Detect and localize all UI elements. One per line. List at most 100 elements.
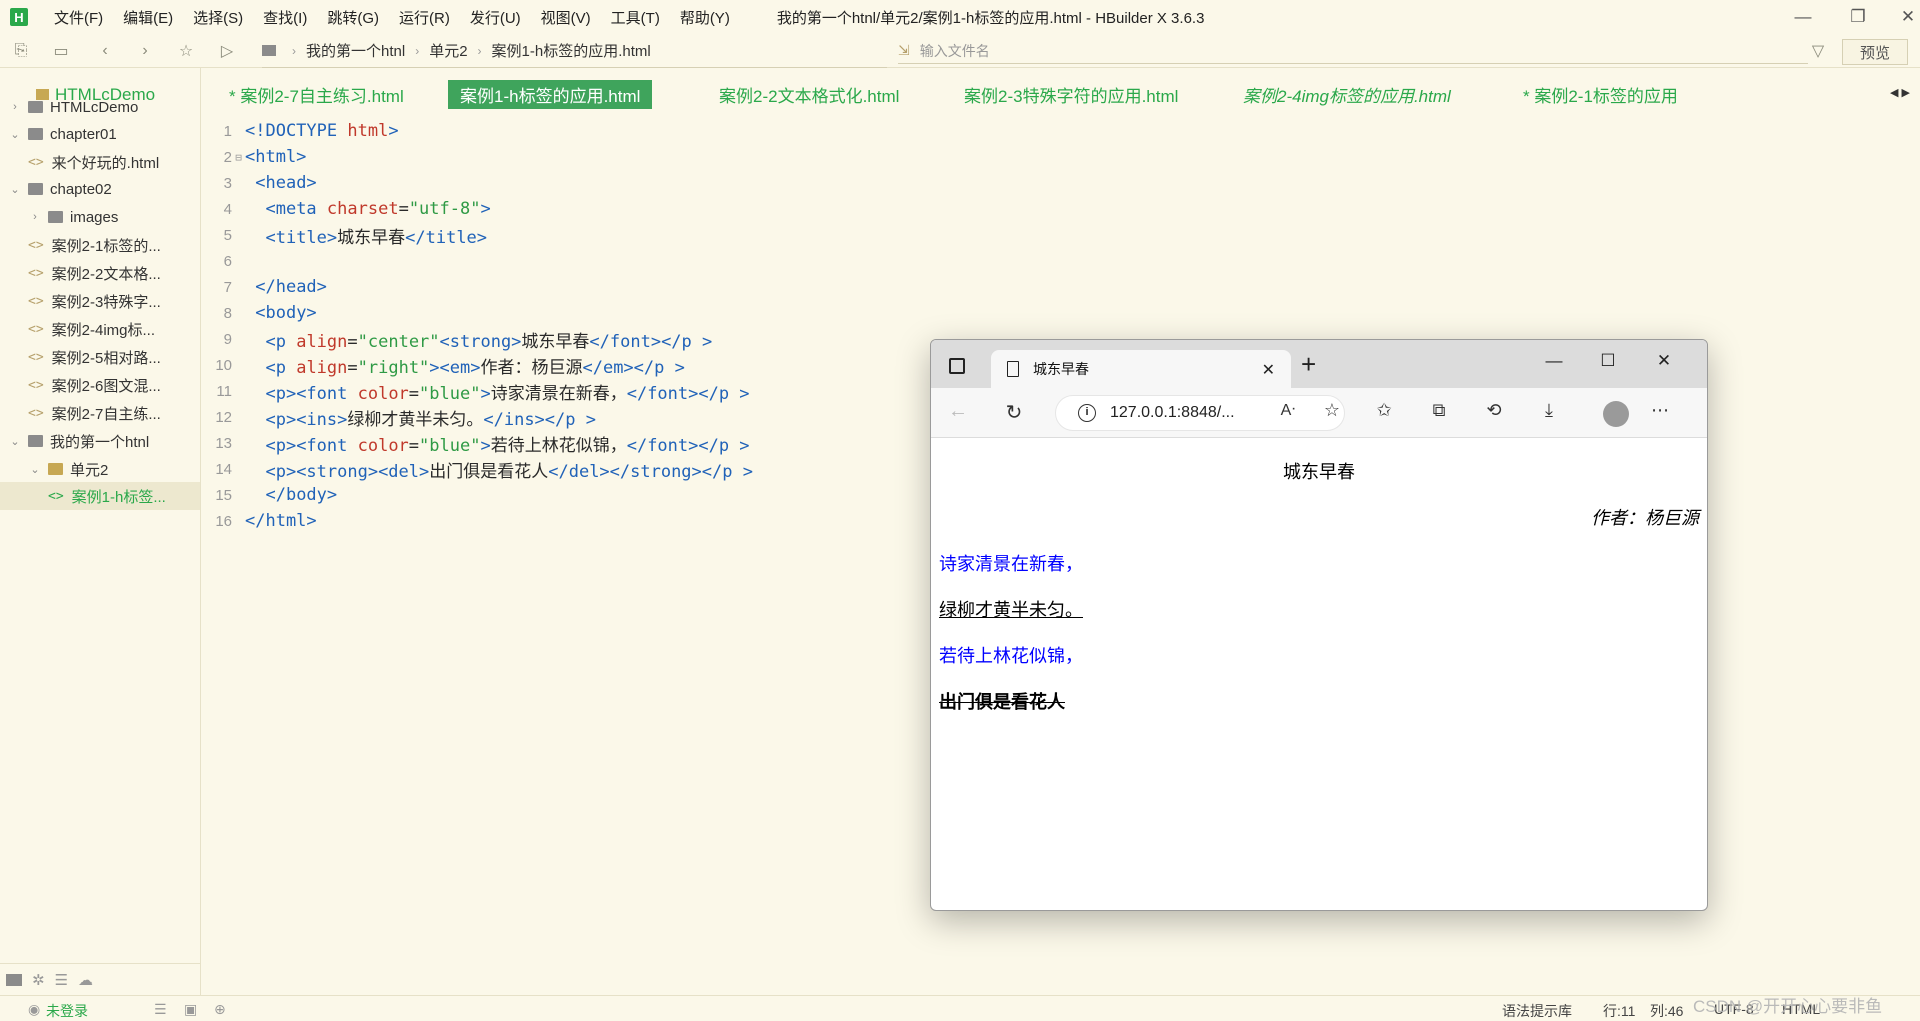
browser-close-icon[interactable]: ✕ [1639,346,1689,376]
favorite-star-icon[interactable]: ☆ [173,38,199,64]
preview-button[interactable]: 预览 [1842,39,1908,65]
code-line: 6 [202,248,1102,274]
minimize-icon[interactable]: — [1773,0,1833,34]
filter-icon[interactable]: ▽ [1805,38,1831,64]
code-text: <title>城东早春</title> [245,223,487,248]
sidebar-item[interactable]: <> 案例2-7自主练... [0,399,200,427]
sidebar-item[interactable]: › images [0,203,200,231]
tab-actions-icon[interactable] [949,358,965,374]
tab[interactable]: 案例2-4img标签的应用.html [1243,80,1451,109]
profile-avatar[interactable] [1603,401,1629,427]
sidebar-item[interactable]: <> 案例2-4img标... [0,315,200,343]
browser-minimize-icon[interactable]: — [1529,346,1579,376]
new-tab-icon[interactable]: + [1301,350,1316,378]
sidebar-item[interactable]: <> 来个好玩的.html [0,148,200,176]
chevron-down-icon[interactable]: ⌄ [8,183,22,196]
code-token: </em></p > [582,357,685,378]
tab[interactable]: HTMLcDemo [36,80,155,109]
tab[interactable]: 案例2-3特殊字符的应用.html [964,80,1178,109]
sidebar-item[interactable]: <> 案例2-2文本格... [0,259,200,287]
breadcrumb-project[interactable]: 我的第一个htnl [306,40,405,61]
breadcrumb-file[interactable]: 案例1-h标签的应用.html [492,40,651,61]
browser-maximize-icon[interactable]: ☐ [1583,346,1633,376]
forward-icon[interactable]: › [132,38,158,64]
close-icon[interactable]: ✕ [1878,0,1920,34]
sidebar-item[interactable]: ⌄ chapter01 [0,120,200,148]
more-options-icon[interactable]: ⋯ [1647,400,1673,421]
history-icon[interactable]: ⟲ [1481,400,1507,421]
sidebar-item[interactable]: ⌄ 我的第一个htnl [0,427,200,455]
line-number: 8 [223,304,232,322]
address-text: 127.0.0.1:8848/... [1110,404,1235,421]
menu-run[interactable]: 运行(R) [399,7,450,28]
project-manager-icon[interactable] [6,973,22,986]
site-info-icon[interactable]: i [1078,404,1096,422]
outline-icon[interactable]: ☰ [154,1001,167,1018]
page-icon [1007,361,1019,377]
address-bar[interactable]: i 127.0.0.1:8848/... [1055,395,1345,431]
menu-help[interactable]: 帮助(Y) [680,7,730,28]
back-icon[interactable]: ‹ [92,38,118,64]
cloud-icon[interactable]: ☁ [78,971,93,989]
sidebar-item[interactable]: <> 案例1-h标签... [0,482,200,510]
chevron-right-icon[interactable]: › [28,211,42,223]
terminal-icon[interactable]: ▣ [184,1001,197,1018]
chevron-down-icon[interactable]: ⌄ [28,463,42,476]
grammar-library[interactable]: 语法提示库 [1502,1001,1572,1021]
code-token: </font></p > [626,435,750,456]
menu-tools[interactable]: 工具(T) [611,7,660,28]
menu-find[interactable]: 查找(I) [263,7,307,28]
browser-tab[interactable]: 城东早春 ✕ [991,350,1291,388]
plugin-icon[interactable]: ✲ [32,971,45,989]
code-token: </body> [265,485,338,505]
menu-select[interactable]: 选择(S) [193,7,243,28]
sidebar-item[interactable]: <> 案例2-6图文混... [0,371,200,399]
chevron-down-icon[interactable]: ⌄ [8,128,22,141]
sidebar-item[interactable]: <> 案例2-1标签的... [0,231,200,259]
tab-active[interactable]: 案例1-h标签的应用.html [448,80,653,109]
sidebar-item[interactable]: <> 案例2-5相对路... [0,343,200,371]
favorites-icon[interactable]: ✩ [1371,400,1397,421]
downloads-icon[interactable]: ⤓ [1536,400,1562,421]
code-token: <!DOCTYPE [245,121,348,141]
line-number: 11 [216,382,232,400]
sidebar-item[interactable]: ⌄ 单元2 [0,455,200,483]
hbuilder-logo-icon: H [10,8,28,26]
search-in-files-icon[interactable]: ☰ [55,971,68,989]
console-icon[interactable]: ⊕ [214,1001,226,1018]
fold-toggle-icon[interactable]: ⊟ [232,151,245,164]
collections-icon[interactable]: ⧉ [1426,400,1452,421]
code-token: charset [326,199,399,219]
menu-view[interactable]: 视图(V) [541,7,591,28]
file-search-input[interactable] [919,42,1780,59]
menu-edit[interactable]: 编辑(E) [123,7,173,28]
menu-file[interactable]: 文件(F) [54,7,103,28]
add-favorite-icon[interactable]: ☆ [1319,400,1345,421]
new-file-icon[interactable]: ⎘ [8,38,34,64]
watermark: CSDN @开开心心要非鱼 [1693,997,1883,1016]
tab-scroll-arrows-icon[interactable]: ◀ ▶ [1890,86,1910,99]
browser-back-icon[interactable]: ← [945,400,971,423]
code-token: </title> [405,227,488,248]
save-icon[interactable]: ▭ [48,38,74,64]
read-aloud-icon[interactable]: Aᐧ [1275,400,1301,420]
login-status[interactable]: 未登录 [46,1001,88,1021]
chevron-right-icon[interactable]: › [8,101,22,113]
run-icon[interactable]: ▷ [214,38,240,64]
chevron-down-icon[interactable]: ⌄ [8,435,22,448]
menu-publish[interactable]: 发行(U) [470,7,521,28]
sidebar-item[interactable]: <> 案例2-3特殊字... [0,287,200,315]
tab[interactable]: 案例2-2文本格式化.html [719,80,899,109]
tab[interactable]: * 案例2-1标签的应用 [1523,80,1678,109]
sidebar-item[interactable]: ⌄ chapte02 [0,175,200,203]
breadcrumb-folder[interactable]: 单元2 [429,40,467,61]
menu-goto[interactable]: 跳转(G) [327,7,379,28]
close-tab-icon[interactable]: ✕ [1262,360,1275,380]
refresh-icon[interactable]: ↻ [1001,400,1027,425]
tab[interactable]: * 案例2-7自主练习.html [229,80,404,109]
code-token: <p [265,357,297,378]
